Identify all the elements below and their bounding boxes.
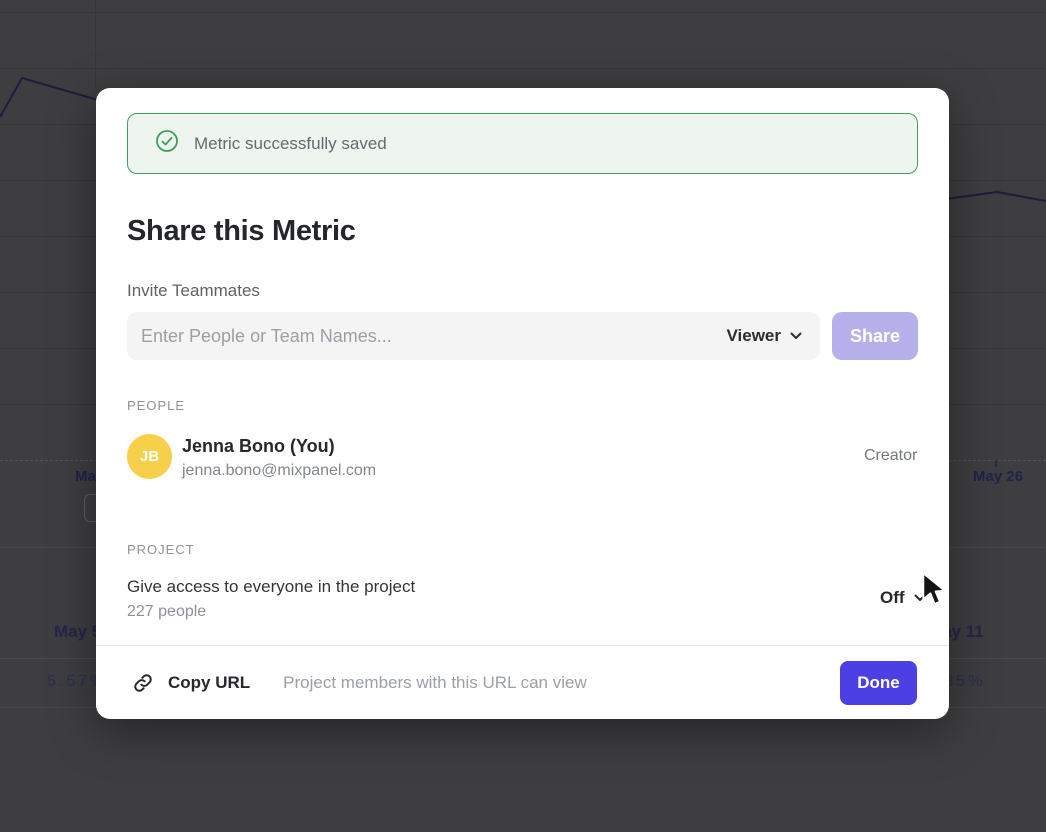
invite-teammates-label: Invite Teammates [127, 281, 260, 301]
toast-message: Metric successfully saved [194, 134, 387, 154]
person-name: Jenna Bono (You) [182, 436, 335, 457]
dialog-title: Share this Metric [127, 215, 356, 248]
footer-hint: Project members with this URL can view [283, 673, 587, 693]
role-dropdown-value: Viewer [726, 326, 781, 346]
people-section-label: PEOPLE [127, 398, 185, 413]
project-people-count: 227 people [127, 603, 206, 621]
invite-row: Viewer Share [127, 312, 918, 360]
project-access-dropdown-value: Off [880, 588, 905, 608]
x-axis-label-right: May 26 [973, 468, 1023, 485]
project-section-label: PROJECT [127, 542, 195, 557]
link-icon [133, 673, 153, 693]
project-access-title: Give access to everyone in the project [127, 577, 415, 597]
copy-url-button[interactable]: Copy URL [168, 673, 250, 693]
person-row: JB Jenna Bono (You) jenna.bono@mixpanel.… [127, 434, 918, 479]
person-role: Creator [864, 447, 917, 465]
success-toast: Metric successfully saved [127, 113, 918, 174]
share-metric-dialog: Metric successfully saved Share this Met… [96, 88, 949, 719]
chevron-down-icon [790, 327, 802, 345]
person-email: jenna.bono@mixpanel.com [182, 462, 376, 480]
mouse-cursor [918, 572, 950, 608]
success-check-icon [155, 129, 179, 158]
project-row: Give access to everyone in the project 2… [127, 577, 918, 627]
share-button[interactable]: Share [832, 312, 918, 360]
done-button[interactable]: Done [840, 661, 917, 705]
invite-people-input[interactable] [141, 326, 726, 347]
role-dropdown[interactable]: Viewer [726, 326, 802, 346]
table-header-left: May 5 [54, 622, 101, 642]
dialog-footer: Copy URL Project members with this URL c… [96, 646, 949, 719]
invite-input-container: Viewer [127, 312, 820, 360]
avatar: JB [127, 434, 172, 479]
